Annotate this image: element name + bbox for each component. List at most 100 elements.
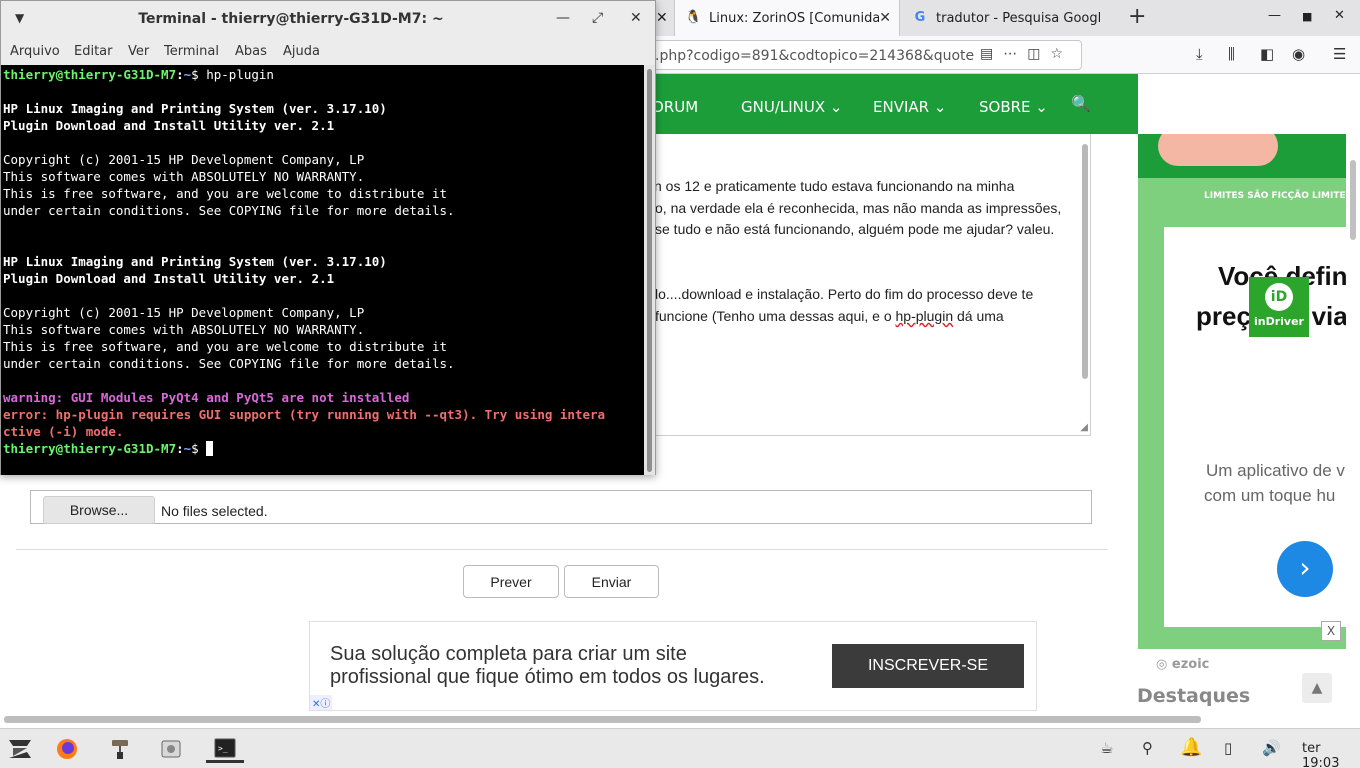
hamburger-menu-icon[interactable]: ☰ [1333,45,1346,63]
post-text-line: se tudo e não está funcionando, alguém p… [655,221,1055,237]
terminal-line: This is free software, and you are welco… [3,186,448,201]
menu-terminal[interactable]: Terminal [164,44,219,59]
subscribe-button[interactable]: INSCREVER-SE [832,644,1024,688]
paint-roller-icon[interactable] [105,735,135,763]
bell-icon[interactable]: 🔔 [1180,737,1202,758]
ad-artwork [1138,134,1346,178]
terminal-scrollbar[interactable] [644,65,655,475]
nav-gnu-linux[interactable]: GNU/LINUX ⌄ [741,98,842,116]
window-title: Terminal - thierry@thierry-G31D-M7: ~ [138,11,444,27]
terminal-output[interactable]: thierry@thierry-G31D-M7:~$ hp-plugin HP … [1,65,644,475]
terminal-icon[interactable]: >_ [206,735,244,763]
destaques-heading: Destaques [1137,685,1251,707]
send-button[interactable]: Enviar [564,565,659,598]
menu-arquivo[interactable]: Arquivo [10,44,60,59]
terminal-line: Copyright (c) 2001-15 HP Development Com… [3,152,365,167]
file-status: No files selected. [161,503,268,519]
scrollbar-thumb[interactable] [647,69,652,472]
menu-editar[interactable]: Editar [74,44,113,59]
nav-forum[interactable]: ORUM [652,98,698,116]
ad-text-line: profissional que fique ótimo em todos os… [330,666,765,688]
reader-view-icon[interactable]: ▤ [980,46,1003,62]
minimize-icon[interactable]: — [1268,8,1281,23]
indriver-mark-icon: iD [1265,283,1293,311]
nav-enviar[interactable]: ENVIAR ⌄ [873,98,946,116]
tab-label: tradutor - Pesquisa Googl [936,10,1102,26]
library-icon[interactable]: ⫼ [1228,45,1235,63]
google-icon: G [914,10,926,25]
terminal-line: Plugin Download and Install Utility ver.… [3,118,335,133]
coffee-icon[interactable]: ☕ [1100,739,1113,757]
tab-tradutor[interactable]: G tradutor - Pesquisa Googl [902,0,1124,36]
taskbar: >_ ☕ ⚲ 🔔 ▯ 🔊 ter 19:03 [0,728,1360,768]
menu-abas[interactable]: Abas [235,44,267,59]
menu-ajuda[interactable]: Ajuda [283,44,320,59]
editor-scrollbar[interactable] [1082,144,1088,379]
battery-icon[interactable]: ▯ [1224,739,1232,757]
terminal-menubar: Arquivo Editar Ver Terminal Abas Ajuda [1,38,655,65]
scroll-to-top-button[interactable]: ▲ [1302,673,1332,703]
terminal-command: hp-plugin [198,67,274,82]
nav-sobre[interactable]: SOBRE ⌄ [979,98,1048,116]
terminal-line: ctive (-i) mode. [3,424,124,439]
maximize-icon[interactable]: ■ [1302,10,1312,23]
bookmark-star-icon[interactable]: ☆ [1050,46,1073,62]
ad-text-line: Sua solução completa para criar um site [330,643,687,665]
downloads-icon[interactable]: ⤓ [1196,45,1203,63]
terminal-line: warning: GUI Modules PyQt4 and PyQt5 are… [3,390,410,405]
maximize-icon[interactable]: ⤢ [592,10,603,26]
terminal-line: This software comes with ABSOLUTELY NO W… [3,322,365,337]
page-actions-icon[interactable]: ⋯ [1003,46,1027,62]
zorin-menu-icon[interactable] [5,735,35,763]
close-tab-icon[interactable]: ✕ [656,10,668,26]
page-scrollbar[interactable] [1350,160,1356,240]
software-icon[interactable] [156,735,186,763]
post-text: funcione (Tenho uma dessas aqui, e o [655,308,896,324]
pocket-icon[interactable]: ◫ [1027,46,1050,62]
ad-description: Um aplicativo de v [1206,461,1345,480]
bottom-ad[interactable]: Sua solução completa para criar um site … [309,621,1037,711]
tab-label: Linux: ZorinOS [Comunida [709,10,879,26]
close-window-icon[interactable]: ✕ [1334,8,1345,23]
sidebar-ad[interactable]: LIMITES SÃO FICÇÃO LIMITES N Você defin … [1138,134,1346,649]
chevron-right-icon[interactable]: › [1277,541,1333,597]
post-editor[interactable]: n os 12 e praticamente tudo estava funci… [640,134,1091,436]
new-tab-button[interactable]: + [1128,4,1146,29]
account-icon[interactable]: ◉ [1292,45,1305,63]
terminal-lines: HP Linux Imaging and Printing System (ve… [1,83,644,440]
horizontal-scrollbar[interactable] [4,716,1201,723]
desktop: 🐧 Linux: ZorinOS [Comunida ✕ G tradutor … [0,0,1360,768]
close-tab-icon[interactable]: ✕ [879,10,891,26]
indriver-brand: inDriver [1254,315,1304,328]
tab-linux-zorinos[interactable]: 🐧 Linux: ZorinOS [Comunida ✕ [674,0,900,36]
terminal-titlebar[interactable]: ▼ Terminal - thierry@thierry-G31D-M7: ~ … [1,1,655,38]
terminal-line: This is free software, and you are welco… [3,339,448,354]
ad-slogan: LIMITES SÃO FICÇÃO LIMITES N [1204,191,1346,201]
volume-icon[interactable]: 🔊 [1262,739,1281,757]
ad-info-icon[interactable]: ✕ⓘ [310,695,333,710]
close-ad-button[interactable]: X [1321,621,1341,641]
network-icon[interactable]: ⚲ [1142,739,1153,757]
minimize-icon[interactable]: — [556,10,570,26]
preview-button[interactable]: Prever [463,565,559,598]
post-text-line: o, na verdade ela é reconhecida, mas não… [655,200,1062,216]
sidebar-icon[interactable]: ◧ [1260,45,1274,63]
search-icon[interactable]: 🔍 [1071,94,1091,113]
terminal-line: Plugin Download and Install Utility ver.… [3,271,335,286]
ezoic-label: ◎ ezoic [1156,657,1210,672]
url-bar[interactable]: .php?codigo=891&codtopico=214368&quote ▤… [640,40,1082,70]
post-text: dá uma [953,308,1004,324]
browse-button[interactable]: Browse... [43,496,155,524]
post-text-line: funcione (Tenho uma dessas aqui, e o hp-… [655,308,1004,324]
terminal-line: This software comes with ABSOLUTELY NO W… [3,169,365,184]
firefox-icon[interactable] [52,735,82,763]
menu-ver[interactable]: Ver [128,44,149,59]
close-icon[interactable]: ✕ [630,10,642,26]
ad-description: com um toque hu [1204,486,1336,505]
post-text-line: lo....download e instalação. Perto do fi… [655,286,1034,302]
resize-handle-icon[interactable]: ◢ [1080,422,1088,433]
clock[interactable]: ter 19:03 [1302,741,1360,768]
terminal-line: under certain conditions. See COPYING fi… [3,356,455,371]
